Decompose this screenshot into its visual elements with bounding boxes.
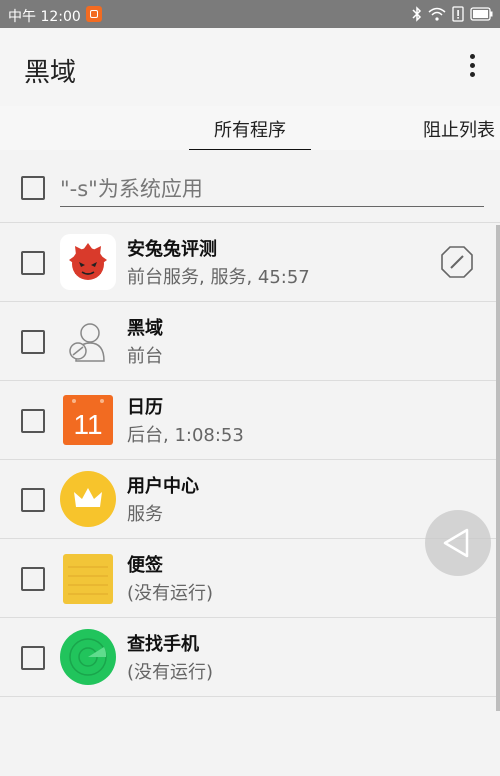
app-status: 服务 — [127, 504, 163, 525]
app-bar: 黑域 — [0, 28, 500, 106]
filter-input[interactable]: "-s"为系统应用 — [60, 172, 484, 207]
list-item[interactable] — [0, 696, 500, 776]
back-button[interactable] — [425, 510, 491, 576]
app-name: 安兔兔评测 — [127, 239, 217, 260]
status-time: 中午 12:00 — [8, 9, 81, 25]
app-name: 用户中心 — [127, 476, 199, 497]
filter-checkbox[interactable] — [21, 176, 45, 200]
crown-icon — [60, 471, 116, 527]
app-list: "-s"为系统应用 安兔兔评测 前台服务, 服务, 45:57 黑域 前台 11… — [0, 150, 500, 711]
notification-icon — [86, 6, 102, 22]
block-icon[interactable] — [440, 245, 474, 279]
app-checkbox[interactable] — [21, 567, 45, 591]
app-checkbox[interactable] — [21, 330, 45, 354]
list-item[interactable]: 安兔兔评测 前台服务, 服务, 45:57 — [0, 222, 500, 302]
scrollbar[interactable] — [496, 225, 500, 711]
battery-icon — [470, 7, 494, 25]
list-item[interactable]: 11 日历 后台, 1:08:53 — [0, 380, 500, 460]
app-checkbox[interactable] — [21, 646, 45, 670]
system-filter-row: "-s"为系统应用 — [0, 150, 500, 222]
app-checkbox[interactable] — [21, 251, 45, 275]
wifi-icon — [428, 7, 446, 25]
status-bar: 中午 12:00 — [0, 0, 500, 28]
svg-text:11: 11 — [73, 409, 102, 440]
app-status: 前台 — [127, 346, 163, 367]
app-name: 查找手机 — [127, 634, 199, 655]
brevent-icon — [69, 323, 105, 362]
app-status: (没有运行) — [127, 583, 214, 604]
list-item[interactable]: 黑域 前台 — [0, 301, 500, 381]
status-icons — [412, 6, 494, 26]
notes-icon — [63, 554, 113, 604]
tab-bar: 所有程序 阻止列表 — [0, 106, 500, 152]
more-vert-icon[interactable] — [468, 54, 476, 80]
app-checkbox[interactable] — [21, 409, 45, 433]
list-item[interactable]: 用户中心 服务 — [0, 459, 500, 539]
app-name: 日历 — [127, 397, 163, 418]
calendar-icon: 11 — [63, 395, 113, 445]
app-status: 前台服务, 服务, 45:57 — [127, 267, 310, 288]
radar-icon — [60, 629, 116, 685]
tab-all-apps[interactable]: 所有程序 — [189, 116, 311, 152]
app-checkbox[interactable] — [21, 488, 45, 512]
tab-block-list[interactable]: 阻止列表 — [423, 116, 495, 142]
bluetooth-icon — [412, 6, 422, 26]
app-status: (没有运行) — [127, 662, 214, 683]
page-title: 黑域 — [24, 58, 77, 88]
antutu-icon — [60, 234, 116, 290]
app-status: 后台, 1:08:53 — [127, 425, 244, 446]
app-name: 黑域 — [127, 318, 163, 339]
list-item[interactable]: 查找手机 (没有运行) — [0, 617, 500, 697]
app-name: 便签 — [127, 555, 163, 576]
sim-alert-icon — [452, 6, 464, 26]
